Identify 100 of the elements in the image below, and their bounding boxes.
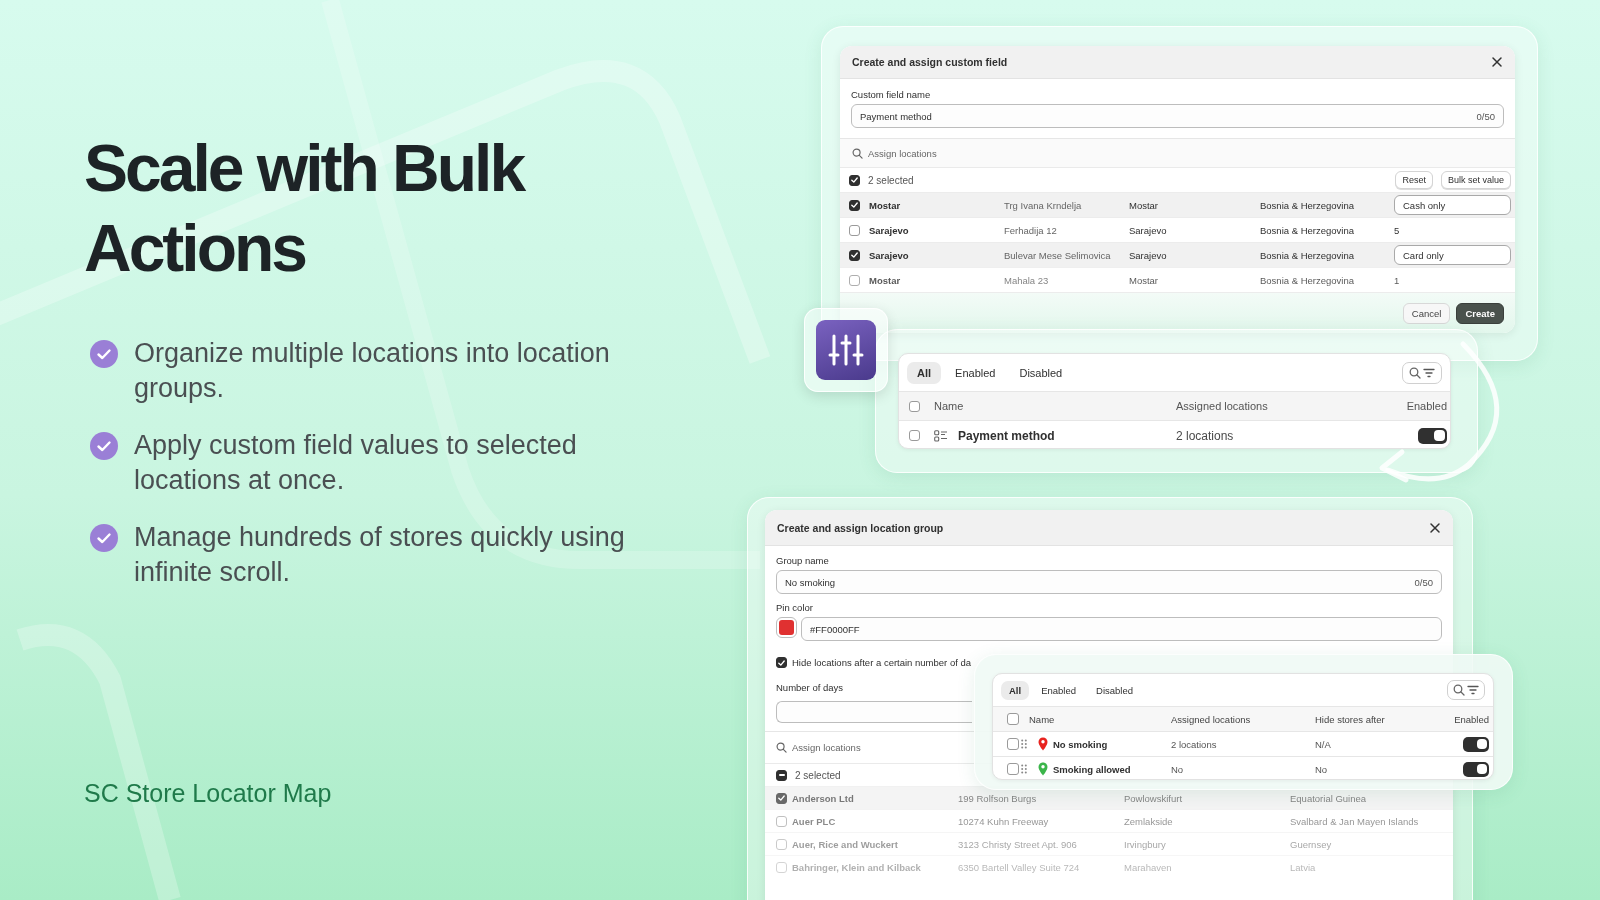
input-field[interactable]: No smoking 0/50 (776, 570, 1442, 594)
field-label: Number of days (776, 682, 844, 693)
address-text: Bulevar Mese Selimovica (1004, 249, 1112, 261)
selection-count: 2 selected (795, 769, 841, 781)
checkbox[interactable] (1007, 738, 1019, 750)
checkbox[interactable] (849, 274, 860, 286)
country-text: Latvia (1290, 861, 1317, 873)
feature-text: Manage hundreds of stores quickly using infinite scroll. (134, 521, 626, 589)
country-text: Bosnia & Herzegovina (1260, 224, 1355, 236)
field-label: Pin color (776, 602, 813, 613)
check-icon (90, 340, 118, 368)
close-icon[interactable] (1429, 521, 1441, 534)
headline: Scale with Bulk Actions (84, 130, 526, 287)
toggle-switch[interactable] (1463, 736, 1489, 752)
drag-handle-icon[interactable] (1021, 764, 1027, 774)
column-header: Enabled (1454, 713, 1489, 725)
brand-name: SC Store Locator Map (84, 779, 333, 808)
column-header: Name (1029, 713, 1056, 725)
address-text: 6350 Bartell Valley Suite 724 (958, 861, 1081, 873)
checkbox[interactable] (909, 400, 920, 412)
checkbox[interactable] (849, 249, 860, 261)
column-header: Enabled (1406, 400, 1447, 412)
location-name: Auer, Rice and Wuckert (792, 838, 899, 850)
address-text: 10274 Kuhn Freeway (958, 815, 1050, 827)
column-header: Assigned locations (1176, 400, 1269, 412)
close-icon[interactable] (1491, 56, 1503, 68)
field-label: Group name (776, 555, 829, 566)
country-text: Equatorial Guinea (1290, 792, 1368, 804)
address-text: Ferhadija 12 (1004, 224, 1058, 236)
hide-after-text: N/A (1315, 738, 1332, 750)
checkbox[interactable] (776, 657, 787, 668)
action-button[interactable]: Reset (1395, 171, 1433, 189)
city-text: Powlowskifurt (1124, 792, 1184, 804)
search-icon (1453, 684, 1465, 696)
city-text: Zemlakside (1124, 815, 1174, 827)
checkbox[interactable] (849, 199, 860, 211)
location-name: Sarajevo (869, 249, 910, 261)
value-text: 5 (1394, 224, 1400, 236)
check-icon (90, 524, 118, 552)
filter-icon (1423, 367, 1435, 378)
location-name: Mostar (869, 274, 902, 286)
address-text: Trg Ivana Krndelja (1004, 199, 1083, 211)
country-text: Guernsey (1290, 838, 1333, 850)
checkbox[interactable] (1007, 763, 1019, 775)
toggle-switch[interactable] (1463, 761, 1489, 777)
tab[interactable]: Enabled (945, 361, 1006, 384)
city-text: Sarajevo (1129, 249, 1168, 261)
character-counter: 0/50 (1414, 576, 1433, 588)
location-name: Mostar (869, 199, 902, 211)
country-text: Svalbard & Jan Mayen Islands (1290, 815, 1420, 827)
feature-text: Organize multiple locations into location groups. (134, 337, 611, 405)
location-name: Auer PLC (792, 815, 837, 827)
column-header: Name (934, 400, 965, 412)
check-icon (90, 432, 118, 460)
cancel-button[interactable]: Cancel (1402, 303, 1451, 324)
tab[interactable]: All (1001, 680, 1030, 700)
address-text: Mahala 23 (1004, 274, 1050, 286)
location-name: Bahringer, Klein and Kilback (792, 861, 922, 873)
search-field[interactable]: Assign locations (840, 138, 1515, 167)
city-text: Sarajevo (1129, 224, 1168, 236)
group-name: No smoking (1053, 738, 1108, 750)
create-button[interactable]: Create (1456, 303, 1504, 324)
assigned-count: No (1171, 763, 1185, 775)
filter-icon (1467, 685, 1479, 695)
location-name: Anderson Ltd (792, 792, 855, 804)
checkbox[interactable] (849, 224, 860, 236)
checkbox[interactable] (1007, 713, 1019, 725)
checkbox[interactable] (909, 430, 920, 441)
action-button[interactable]: Bulk set value (1440, 171, 1511, 189)
country-text: Bosnia & Herzegovina (1260, 249, 1355, 261)
checkbox[interactable] (849, 174, 860, 186)
input-field[interactable] (776, 701, 972, 723)
city-text: Marahaven (1124, 861, 1173, 873)
drag-handle-icon[interactable] (1021, 739, 1027, 749)
tab[interactable]: Disabled (1009, 361, 1073, 384)
list-icon (934, 429, 948, 442)
tab[interactable]: All (907, 361, 942, 384)
checkbox[interactable] (776, 792, 787, 804)
country-text: Bosnia & Herzegovina (1260, 274, 1355, 286)
assigned-count: 2 locations (1171, 738, 1218, 750)
color-swatch[interactable] (776, 617, 797, 638)
tab[interactable]: Disabled (1088, 680, 1141, 700)
search-filter-button[interactable] (1402, 361, 1442, 384)
value-field[interactable]: Card only (1394, 245, 1511, 265)
search-icon (852, 147, 863, 159)
assigned-count: 2 locations (1176, 428, 1235, 443)
search-field[interactable]: Assign locations (765, 732, 970, 763)
input-field[interactable]: #FF0000FF (801, 617, 1442, 641)
selection-count: 2 selected (868, 174, 914, 186)
value-field[interactable]: Cash only (1394, 195, 1511, 215)
field-label: Custom field name (851, 89, 932, 100)
field-name: Payment method (958, 428, 1055, 443)
group-name: Smoking allowed (1053, 763, 1131, 775)
checkbox[interactable] (776, 769, 787, 781)
input-field[interactable]: Payment method 0/50 (851, 104, 1504, 128)
city-text: Mostar (1129, 274, 1160, 286)
toggle-switch[interactable] (1418, 427, 1447, 444)
search-filter-button[interactable] (1447, 680, 1485, 700)
tab[interactable]: Enabled (1033, 680, 1084, 700)
character-counter: 0/50 (1476, 110, 1495, 122)
